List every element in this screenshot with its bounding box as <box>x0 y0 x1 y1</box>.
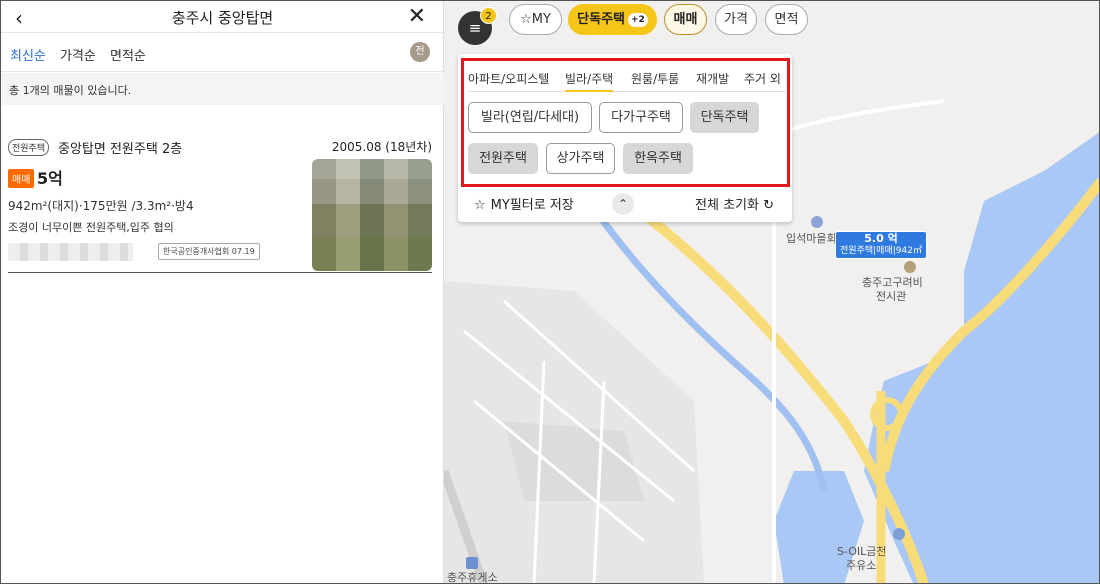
property-tabs: 아파트/오피스텔 빌라/주택 원룸/투룸 재개발 주거 외 <box>468 70 786 92</box>
chip-commercial-house[interactable]: 상가주택 <box>546 143 615 174</box>
reset-label: 전체 초기화 <box>695 198 759 213</box>
star-icon: ☆ <box>520 12 532 27</box>
my-filter-button[interactable]: ☆MY <box>509 4 562 35</box>
chip-detached[interactable]: 단독주택 <box>690 102 759 133</box>
listing-photo[interactable] <box>312 159 432 271</box>
chevron-up-icon[interactable]: ⌃ <box>612 193 634 215</box>
star-icon: ☆ <box>474 198 486 213</box>
filter-settings-icon[interactable]: ≡ 2 <box>458 7 497 45</box>
reset-all-button[interactable]: 전체 초기화 ↻ <box>695 194 774 213</box>
listing-name: 중앙탑면 전원주택 2층 <box>58 142 183 157</box>
sort-latest[interactable]: 최신순 <box>10 45 46 64</box>
build-date: 2005.08 (18년차) <box>331 140 432 154</box>
pin-detail: 전원주택|매매|942㎡ <box>840 246 922 256</box>
sort-area[interactable]: 면적순 <box>110 45 146 64</box>
poi-label: 충주휴게소 <box>447 571 498 584</box>
save-my-filter-button[interactable]: ☆ MY필터로 저장 <box>474 194 574 213</box>
tab-redevelopment[interactable]: 재개발 <box>696 70 729 87</box>
tab-non-residential[interactable]: 주거 외 <box>744 70 781 87</box>
sort-bar: 최신순 가격순 면적순 전 <box>1 34 444 72</box>
price-pin[interactable]: 5.0 억 전원주택|매매|942㎡ <box>835 231 927 259</box>
area-filter-button[interactable]: 면적 <box>765 4 808 35</box>
blurred-agent-info <box>8 243 133 261</box>
save-label: MY필터로 저장 <box>490 198 574 213</box>
map-view[interactable]: 입석마을회 충주고구려비 전시관 S-OIL금천 주유소 충주휴게소 5.0 억… <box>444 1 1099 584</box>
divider <box>8 272 432 273</box>
property-type-button[interactable]: 단독주택 +2 <box>568 4 657 35</box>
listing-count: 총 1개의 매물이 있습니다. <box>1 73 444 105</box>
pin-price: 5.0 억 <box>864 232 898 245</box>
extra-count: +2 <box>628 13 648 27</box>
listing-price: 5억 <box>37 169 63 188</box>
app-window: ‹ 충주시 중앙탑면 ✕ 최신순 가격순 면적순 전 총 1개의 매물이 있습니… <box>0 0 1100 584</box>
jeon-toggle-icon[interactable]: 전 <box>410 42 430 62</box>
poi-label: 주유소 <box>846 559 877 572</box>
chip-multi-family[interactable]: 다가구주택 <box>599 102 683 133</box>
property-type-label: 단독주택 <box>577 12 626 27</box>
chip-villa[interactable]: 빌라(연립/다세대) <box>468 102 592 133</box>
source-badge: 한국공인중개사협회 07.19 <box>158 243 260 260</box>
chip-country-house[interactable]: 전원주택 <box>468 143 538 174</box>
listing-specs: 942m²(대지)·175만원 /3.3m²·방4 <box>8 199 194 213</box>
price-filter-button[interactable]: 가격 <box>715 4 757 35</box>
deal-type-button[interactable]: 매매 <box>664 4 707 35</box>
sort-price[interactable]: 가격순 <box>60 45 96 64</box>
refresh-icon: ↻ <box>763 198 774 213</box>
chip-hanok[interactable]: 한옥주택 <box>623 143 693 174</box>
listing-description: 조경이 너무이쁜 전원주택,입주 협의 <box>8 221 174 234</box>
property-type-tag: 전원주택 <box>8 139 50 156</box>
tab-oneroom[interactable]: 원룸/투룸 <box>631 70 679 87</box>
deal-badge: 매매 <box>8 169 35 188</box>
poi-label: 입석마을회 <box>786 232 837 245</box>
panel-header: ‹ 충주시 중앙탑면 ✕ <box>1 1 444 33</box>
listing-panel: ‹ 충주시 중앙탑면 ✕ 최신순 가격순 면적순 전 총 1개의 매물이 있습니… <box>1 1 444 583</box>
listing-card[interactable]: 전원주택 중앙탑면 전원주택 2층 2005.08 (18년차) 매매 5억 9… <box>1 105 444 275</box>
tab-villa[interactable]: 빌라/주택 <box>565 70 614 92</box>
close-icon[interactable]: ✕ <box>408 4 426 29</box>
page-title: 충주시 중앙탑면 <box>171 9 274 27</box>
poi-label: 전시관 <box>876 290 907 303</box>
property-type-panel: 아파트/오피스텔 빌라/주택 원룸/투룸 재개발 주거 외 빌라(연립/다세대)… <box>458 54 792 222</box>
my-label: MY <box>531 12 551 27</box>
tab-apartment[interactable]: 아파트/오피스텔 <box>468 70 549 87</box>
filter-count-badge: 2 <box>480 7 497 24</box>
